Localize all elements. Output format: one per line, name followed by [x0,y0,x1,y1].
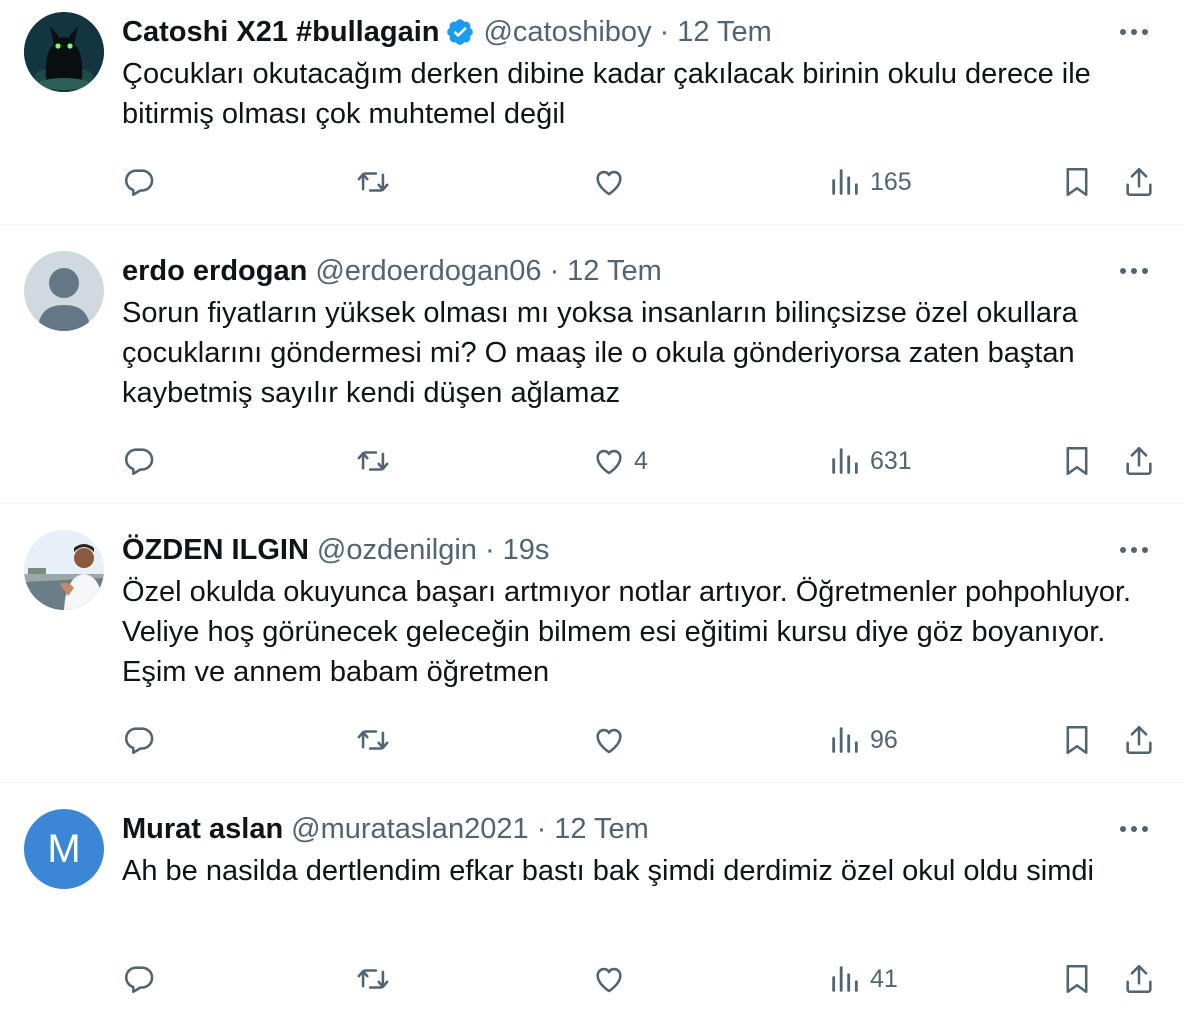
more-options-icon[interactable] [1116,18,1152,46]
tweet-text: Çocukları okutacağım derken dibine kadar… [122,58,1091,130]
like-button[interactable] [592,162,634,202]
verified-badge-icon [445,17,475,47]
reply-icon [124,727,154,755]
display-name[interactable]: Murat aslan [122,813,283,846]
bookmark-button[interactable] [1060,720,1094,760]
bookmark-button[interactable] [1060,959,1094,999]
tweet[interactable]: ÖZDEN ILGIN @ozdenilgin · 19s Özel okuld… [0,504,1184,783]
avatar-letter: M [47,826,81,871]
avatar[interactable] [24,251,104,331]
share-icon [1126,725,1152,755]
reply-button[interactable] [122,441,164,481]
share-button[interactable] [1122,441,1156,481]
user-handle[interactable]: @murataslan2021 [291,813,528,846]
reply-button[interactable] [122,720,164,760]
reply-icon [124,169,154,197]
bookmark-button[interactable] [1060,441,1094,481]
view-count: 165 [870,167,912,196]
heart-icon [596,728,622,754]
separator-dot: · [549,254,560,287]
retweet-button[interactable] [356,959,398,999]
avatar[interactable] [24,12,104,92]
more-options-icon[interactable] [1116,815,1152,843]
view-count: 41 [870,964,898,993]
timestamp[interactable]: 12 Tem [567,255,662,288]
timestamp[interactable]: 12 Tem [677,16,772,49]
reply-icon [124,448,154,476]
like-button[interactable] [592,959,634,999]
tweet-actions: 4 631 [122,441,1160,481]
view-count: 631 [870,446,912,475]
analytics-icon [832,448,858,474]
heart-icon [596,449,622,475]
separator-dot: · [536,812,547,845]
tweet-actions: 41 [122,959,1160,999]
tweet-header: Catoshi X21 #bullagain @catoshiboy · 12 … [122,12,1160,52]
separator-dot: · [484,533,495,566]
avatar[interactable]: M [24,809,104,889]
tweet-text: Sorun fiyatların yüksek olması mı yoksa … [122,297,1078,409]
more-options-icon[interactable] [1116,257,1152,285]
heart-icon [596,967,622,993]
share-icon [1126,964,1152,994]
share-icon [1126,446,1152,476]
display-name[interactable]: erdo erdogan [122,255,307,288]
share-button[interactable] [1122,959,1156,999]
tweet-text: Özel okulda okuyunca başarı artmıyor not… [122,576,1132,688]
reply-button[interactable] [122,162,164,202]
tweet-text: Ah be nasilda dertlendim efkar bastı bak… [122,855,1094,887]
bookmark-icon [1066,964,1088,994]
views-button[interactable]: 96 [828,720,898,760]
tweet-header: ÖZDEN ILGIN @ozdenilgin · 19s [122,530,1160,570]
avatar[interactable] [24,530,104,610]
bookmark-icon [1066,167,1088,197]
separator-dot: · [659,15,670,48]
like-count: 4 [634,446,648,475]
retweet-icon [357,969,389,989]
tweet-header: erdo erdogan @erdoerdogan06 · 12 Tem [122,251,1160,291]
bookmark-icon [1066,725,1088,755]
timestamp[interactable]: 12 Tem [554,813,649,846]
tweet-actions: 165 [122,162,1160,202]
tweet[interactable]: Catoshi X21 #bullagain @catoshiboy · 12 … [0,0,1184,225]
like-button[interactable] [592,720,634,760]
like-button[interactable]: 4 [592,441,648,481]
tweet[interactable]: erdo erdogan @erdoerdogan06 · 12 Tem Sor… [0,225,1184,504]
share-button[interactable] [1122,162,1156,202]
user-handle[interactable]: @erdoerdogan06 [315,255,541,288]
analytics-icon [832,727,858,753]
views-button[interactable]: 41 [828,959,898,999]
analytics-icon [832,966,858,992]
view-count: 96 [870,725,898,754]
display-name[interactable]: ÖZDEN ILGIN [122,534,309,567]
more-options-icon[interactable] [1116,536,1152,564]
tweet-actions: 96 [122,720,1160,760]
retweet-icon [357,451,389,471]
retweet-icon [357,730,389,750]
tweet-header: Murat aslan @murataslan2021 · 12 Tem [122,809,1160,849]
views-button[interactable]: 165 [828,162,912,202]
retweet-button[interactable] [356,162,398,202]
analytics-icon [832,169,858,195]
bookmark-button[interactable] [1060,162,1094,202]
reply-feed: Catoshi X21 #bullagain @catoshiboy · 12 … [0,0,1184,1021]
user-handle[interactable]: @catoshiboy [483,16,651,49]
tweet[interactable]: M Murat aslan @murataslan2021 · 12 Tem A… [0,783,1184,1021]
views-button[interactable]: 631 [828,441,912,481]
retweet-icon [357,172,389,192]
retweet-button[interactable] [356,441,398,481]
timestamp[interactable]: 19s [503,534,550,567]
share-button[interactable] [1122,720,1156,760]
heart-icon [596,170,622,196]
reply-button[interactable] [122,959,164,999]
reply-icon [124,966,154,994]
display-name[interactable]: Catoshi X21 #bullagain [122,16,439,49]
bookmark-icon [1066,446,1088,476]
retweet-button[interactable] [356,720,398,760]
user-handle[interactable]: @ozdenilgin [317,534,477,567]
share-icon [1126,167,1152,197]
